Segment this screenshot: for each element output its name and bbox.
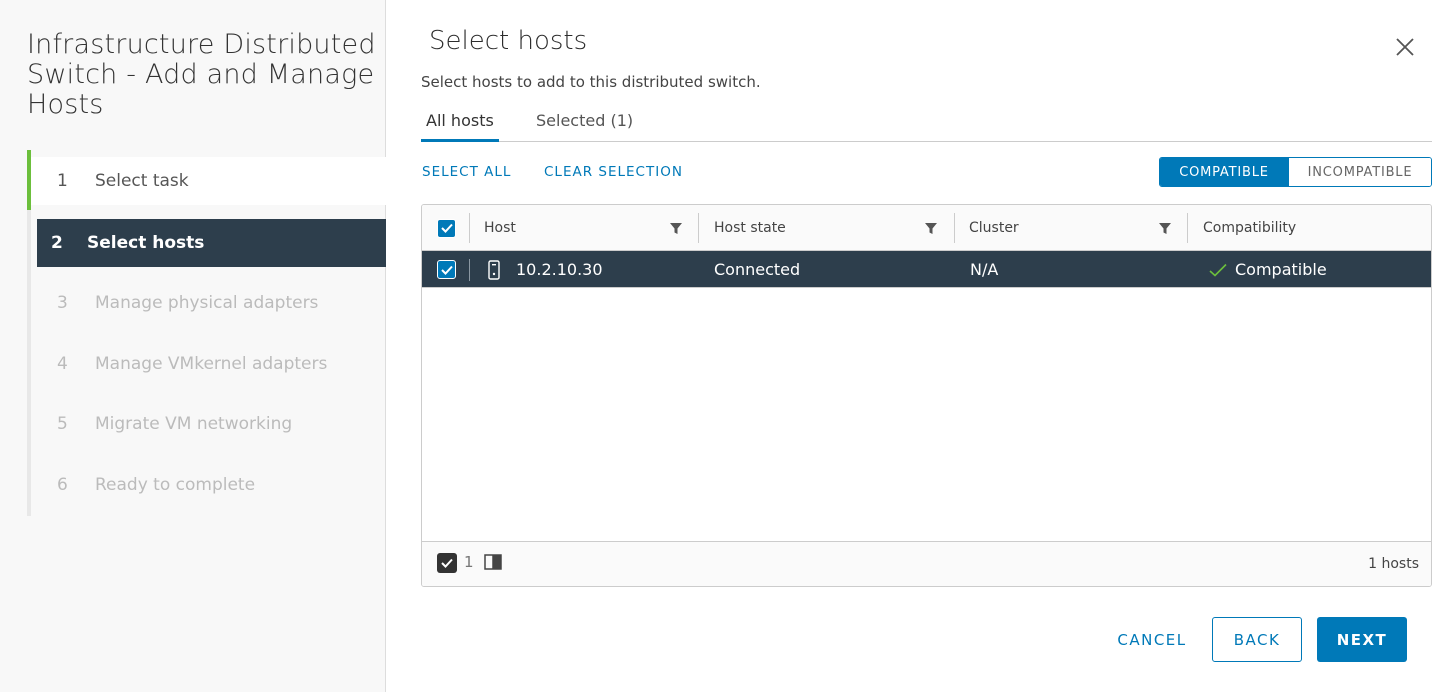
page-subtitle: Select hosts to add to this distributed … bbox=[421, 73, 761, 91]
column-header-compatibility[interactable]: Compatibility bbox=[1203, 205, 1296, 251]
filter-icon[interactable] bbox=[925, 222, 937, 235]
step-ready-to-complete: 6 Ready to complete bbox=[31, 461, 386, 509]
step-number: 6 bbox=[57, 475, 68, 495]
wizard-sidebar: Infrastructure Distributed Switch - Add … bbox=[0, 0, 386, 692]
checkmark-icon bbox=[440, 265, 453, 275]
step-select-task[interactable]: 1 Select task bbox=[31, 157, 386, 205]
back-button[interactable]: BACK bbox=[1212, 617, 1302, 662]
step-number: 3 bbox=[57, 293, 68, 313]
step-number: 2 bbox=[51, 233, 63, 253]
datagrid-footer: 1 1 hosts bbox=[422, 541, 1431, 586]
wizard-title: Infrastructure Distributed Switch - Add … bbox=[27, 29, 376, 120]
close-icon[interactable] bbox=[1394, 36, 1416, 58]
step-number: 1 bbox=[57, 171, 68, 191]
host-state-cell: Connected bbox=[714, 260, 801, 279]
filter-icon[interactable] bbox=[1159, 222, 1171, 235]
step-migrate-vm-networking: 5 Migrate VM networking bbox=[31, 400, 386, 448]
host-name: 10.2.10.30 bbox=[516, 260, 603, 279]
step-number: 5 bbox=[57, 414, 68, 434]
step-manage-physical-adapters: 3 Manage physical adapters bbox=[31, 279, 386, 327]
column-separator bbox=[469, 213, 470, 243]
total-hosts: 1 hosts bbox=[1368, 556, 1419, 572]
cancel-button[interactable]: CANCEL bbox=[1102, 617, 1202, 662]
clear-selection-button[interactable]: CLEAR SELECTION bbox=[544, 164, 683, 180]
check-icon bbox=[1209, 263, 1227, 277]
wizard-steps: 1 Select task 2 Select hosts 3 Manage ph… bbox=[27, 150, 386, 516]
selected-count: 1 bbox=[464, 553, 474, 571]
step-label: Select task bbox=[95, 171, 189, 191]
server-icon bbox=[488, 259, 500, 280]
step-number: 4 bbox=[57, 354, 68, 374]
host-tabs: All hosts Selected (1) bbox=[421, 108, 1432, 142]
compatibility-toggle: COMPATIBLE INCOMPATIBLE bbox=[1159, 157, 1432, 187]
row-checkbox[interactable] bbox=[437, 251, 456, 288]
checkmark-icon bbox=[441, 558, 453, 568]
datagrid-header: Host Host state Cluster Compatibility bbox=[422, 205, 1431, 251]
compatible-toggle-button[interactable]: COMPATIBLE bbox=[1160, 158, 1288, 186]
selection-count-checkbox bbox=[437, 553, 457, 573]
page-title: Select hosts bbox=[429, 26, 588, 56]
column-separator[interactable] bbox=[1187, 213, 1188, 243]
compatibility-cell: Compatible bbox=[1209, 251, 1327, 288]
column-separator[interactable] bbox=[954, 213, 955, 243]
select-all-button[interactable]: SELECT ALL bbox=[422, 164, 511, 180]
tab-selected[interactable]: Selected (1) bbox=[531, 108, 638, 142]
step-manage-vmkernel-adapters: 4 Manage VMkernel adapters bbox=[31, 340, 386, 388]
checkbox-checked bbox=[437, 218, 456, 238]
checkmark-icon bbox=[440, 223, 453, 233]
column-header-cluster[interactable]: Cluster bbox=[969, 205, 1019, 251]
column-toggle-icon[interactable] bbox=[484, 554, 502, 570]
tab-all-hosts[interactable]: All hosts bbox=[421, 108, 499, 142]
filter-icon[interactable] bbox=[670, 222, 682, 235]
cluster-cell: N/A bbox=[970, 260, 999, 279]
table-row[interactable]: 10.2.10.30 Connected N/A Compatible bbox=[422, 251, 1431, 288]
step-label: Migrate VM networking bbox=[95, 414, 293, 434]
step-select-hosts[interactable]: 2 Select hosts bbox=[37, 219, 386, 267]
step-label: Manage VMkernel adapters bbox=[95, 354, 328, 374]
host-cell: 10.2.10.30 bbox=[488, 251, 603, 288]
column-separator[interactable] bbox=[698, 213, 699, 243]
hosts-datagrid: Host Host state Cluster Compatibility 10… bbox=[421, 204, 1432, 587]
checkbox-checked bbox=[437, 260, 456, 279]
column-header-host[interactable]: Host bbox=[484, 205, 516, 251]
step-label: Ready to complete bbox=[95, 475, 256, 495]
compatibility-value: Compatible bbox=[1235, 260, 1327, 279]
step-label: Select hosts bbox=[87, 233, 205, 253]
next-button[interactable]: NEXT bbox=[1317, 617, 1407, 662]
column-header-host-state[interactable]: Host state bbox=[714, 205, 786, 251]
step-label: Manage physical adapters bbox=[95, 293, 319, 313]
select-all-checkbox[interactable] bbox=[437, 205, 456, 251]
incompatible-toggle-button[interactable]: INCOMPATIBLE bbox=[1288, 158, 1431, 186]
wizard-content: Select hosts Select hosts to add to this… bbox=[386, 0, 1432, 692]
column-separator bbox=[469, 259, 470, 281]
